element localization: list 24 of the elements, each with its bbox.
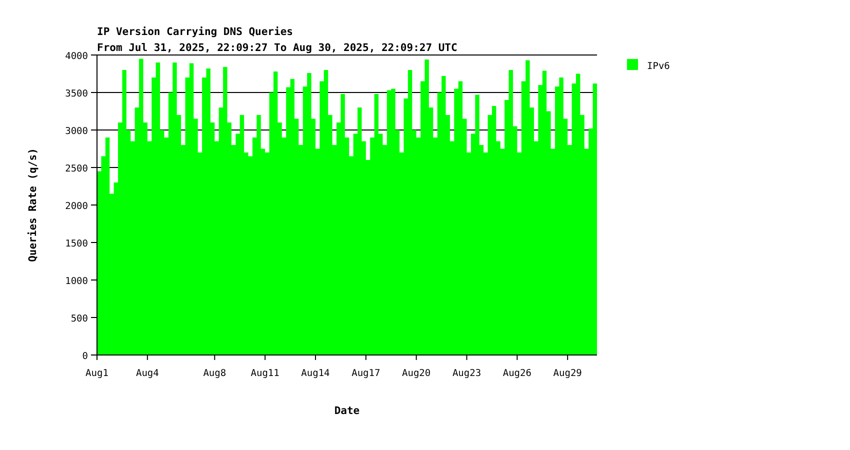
y-tick-label: 1500 [65,238,88,250]
x-tick-label: Aug29 [553,368,582,379]
x-tick-label: Aug20 [402,368,431,379]
x-tick-label: Aug11 [250,368,280,379]
x-tick-label: Aug8 [203,368,226,379]
y-tick-label: 3000 [65,126,88,137]
y-tick-label: 4000 [65,51,88,62]
chart-subtitle: From Jul 31, 2025, 22:09:27 To Aug 30, 2025, 22:09:27 UTC [97,42,458,54]
x-tick-label: Aug26 [502,368,532,379]
x-tick-label: Aug14 [301,368,330,379]
y-tick-label: 0 [82,351,88,362]
x-axis-title: Date [334,405,360,417]
x-tick-label: Aug17 [352,368,380,379]
y-tick-label: 2500 [65,164,88,174]
x-tick-label: Aug23 [452,368,482,379]
x-tick-label: Aug4 [136,368,159,379]
y-tick-label: 2000 [65,201,88,212]
legend-label: IPv6 [647,61,670,72]
y-tick-label: 1000 [65,276,88,287]
y-tick-label: 3500 [65,88,88,100]
x-tick-label: Aug1 [86,368,108,379]
chart-title: IP Version Carrying DNS Queries [97,26,293,38]
y-tick-label: 500 [70,314,88,324]
y-axis-title: Queries Rate (q/s) [27,148,39,262]
